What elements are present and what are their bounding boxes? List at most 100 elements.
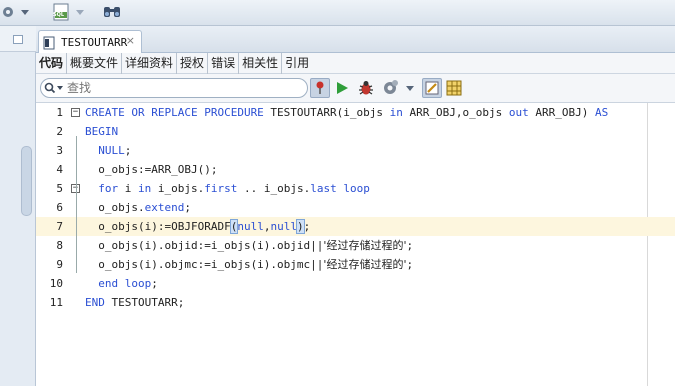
sql-file-icon[interactable]: SQL xyxy=(52,2,70,22)
keyword-token: null xyxy=(237,220,264,233)
code-text: CREATE OR REPLACE PROCEDURE TESTOUTARR(i… xyxy=(85,103,608,122)
keyword-token: out xyxy=(508,106,529,119)
line-number: 7 xyxy=(56,220,63,233)
dropdown-arrow-icon[interactable] xyxy=(404,78,416,98)
code-text: o_objs(i).objid:=i_objs(i).objid||'经过存储过… xyxy=(85,236,413,255)
code-token: o_objs. xyxy=(85,201,145,214)
code-text: o_objs.extend; xyxy=(85,198,191,217)
code-line[interactable]: 2 BEGIN xyxy=(36,122,675,141)
line-number: 6 xyxy=(56,201,63,214)
keyword-token: in xyxy=(389,106,403,119)
code-text: for i in i_objs.first .. i_objs.last loo… xyxy=(85,179,370,198)
subtab-errors[interactable]: 错误 xyxy=(208,52,240,74)
search-input[interactable] xyxy=(67,81,287,95)
minimize-icon[interactable] xyxy=(13,35,23,44)
keyword-token: first xyxy=(204,182,238,195)
keyword-token: loop xyxy=(343,182,370,195)
left-panel-scrollbar[interactable] xyxy=(21,146,32,216)
subtab-code[interactable]: 代码 xyxy=(36,52,68,74)
code-token: TESTOUTARR; xyxy=(104,296,185,309)
subtab-references[interactable]: 引用 xyxy=(282,53,312,74)
subtab-dependencies[interactable]: 相关性 xyxy=(239,52,283,74)
keyword-token: extend xyxy=(144,201,185,214)
code-token: ARR_OBJ) xyxy=(528,106,595,119)
code-token: o_objs(i).objid:=i_objs(i).objid|| xyxy=(85,239,324,252)
run-icon[interactable] xyxy=(332,78,352,98)
close-icon[interactable]: × xyxy=(126,34,135,47)
code-token: ; xyxy=(124,144,132,157)
line-number: 5 xyxy=(56,182,63,195)
keyword-token: end loop xyxy=(98,277,152,290)
code-token: ; xyxy=(406,258,414,271)
subtab-details[interactable]: 详细资料 xyxy=(122,52,178,74)
code-line[interactable]: 10 end loop; xyxy=(36,274,675,293)
code-line[interactable]: 9 o_objs(i).objmc:=i_objs(i).objmc||'经过存… xyxy=(36,255,675,274)
line-number: 9 xyxy=(56,258,63,271)
code-editor[interactable]: 1− CREATE OR REPLACE PROCEDURE TESTOUTARR… xyxy=(36,103,675,386)
code-token: i_objs. xyxy=(151,182,205,195)
fold-toggle-icon[interactable]: − xyxy=(71,108,80,117)
dropdown-arrow-icon[interactable] xyxy=(75,2,85,22)
string-token: '经过存储过程的' xyxy=(323,239,407,252)
code-token: ; xyxy=(406,239,414,252)
line-number: 4 xyxy=(56,163,63,176)
gear-icon[interactable] xyxy=(0,2,16,22)
debug-icon[interactable] xyxy=(356,78,376,98)
code-text: o_objs(i):=OBJFORADF(null,null); xyxy=(85,217,310,236)
left-side-panel xyxy=(0,26,36,386)
keyword-token: CREATE OR REPLACE PROCEDURE xyxy=(85,106,264,119)
procedure-icon xyxy=(43,36,55,50)
pin-icon[interactable] xyxy=(310,78,330,98)
code-line[interactable]: 7 o_objs(i):=OBJFORADF(null,null); xyxy=(36,217,675,236)
compile-gear-icon[interactable] xyxy=(380,78,400,98)
matched-paren: ) xyxy=(296,219,305,234)
keyword-token: NULL xyxy=(98,144,125,157)
editor-tabbar: TESTOUTARR × xyxy=(36,26,675,54)
code-text: BEGIN xyxy=(85,122,118,141)
code-line[interactable]: 11 END TESTOUTARR; xyxy=(36,293,675,312)
subtab-profile[interactable]: 概要文件 xyxy=(67,52,123,74)
grid-icon[interactable] xyxy=(444,78,464,98)
code-line[interactable]: 6 o_objs.extend; xyxy=(36,198,675,217)
keyword-token: AS xyxy=(594,106,609,119)
search-icon[interactable] xyxy=(41,79,67,97)
code-line[interactable]: 1− CREATE OR REPLACE PROCEDURE TESTOUTARR… xyxy=(36,103,675,122)
string-token: '经过存储过程的' xyxy=(323,258,407,271)
keyword-token: last xyxy=(310,182,337,195)
dropdown-arrow-icon[interactable] xyxy=(20,2,30,22)
code-text: END TESTOUTARR; xyxy=(85,293,184,312)
code-line[interactable]: 5− for i in i_objs.first .. i_objs.last … xyxy=(36,179,675,198)
code-text: o_objs(i).objmc:=i_objs(i).objmc||'经过存储过… xyxy=(85,255,413,274)
code-line[interactable]: 3 NULL; xyxy=(36,141,675,160)
keyword-token: in xyxy=(138,182,152,195)
code-text: end loop; xyxy=(85,274,158,293)
code-token: o_objs(i):=OBJFORADF xyxy=(85,220,231,233)
binoculars-icon[interactable] xyxy=(103,2,121,22)
code-token: ; xyxy=(303,220,311,233)
code-line[interactable]: 4 o_objs:=ARR_OBJ(); xyxy=(36,160,675,179)
edit-icon[interactable] xyxy=(422,78,442,98)
code-token: ; xyxy=(151,277,158,290)
code-text: o_objs:=ARR_OBJ(); xyxy=(85,160,217,179)
code-token: i xyxy=(118,182,138,195)
sql-badge: SQL xyxy=(53,12,65,18)
tab-testoutarr[interactable]: TESTOUTARR × xyxy=(38,30,142,54)
subtab-grants[interactable]: 授权 xyxy=(177,52,209,74)
code-line[interactable]: 8 o_objs(i).objid:=i_objs(i).objid||'经过存… xyxy=(36,236,675,255)
line-number: 2 xyxy=(56,125,63,138)
code-token: ; xyxy=(184,201,191,214)
main-toolbar: SQL xyxy=(0,0,675,26)
search-box[interactable] xyxy=(40,78,308,98)
line-number: 11 xyxy=(49,296,63,309)
code-token: ARR_OBJ,o_objs xyxy=(402,106,509,119)
code-token: o_objs:=ARR_OBJ(); xyxy=(85,163,218,176)
code-token: o_objs(i).objmc:=i_objs(i).objmc|| xyxy=(85,258,324,271)
fold-guide xyxy=(76,136,77,273)
tab-label: TESTOUTARR xyxy=(61,36,128,49)
editor-toolbar xyxy=(36,74,675,103)
editor-area: TESTOUTARR × 代码 概要文件 详细资料 授权 错误 相关性 引用 查… xyxy=(36,26,675,386)
keyword-token: BEGIN xyxy=(85,125,119,138)
